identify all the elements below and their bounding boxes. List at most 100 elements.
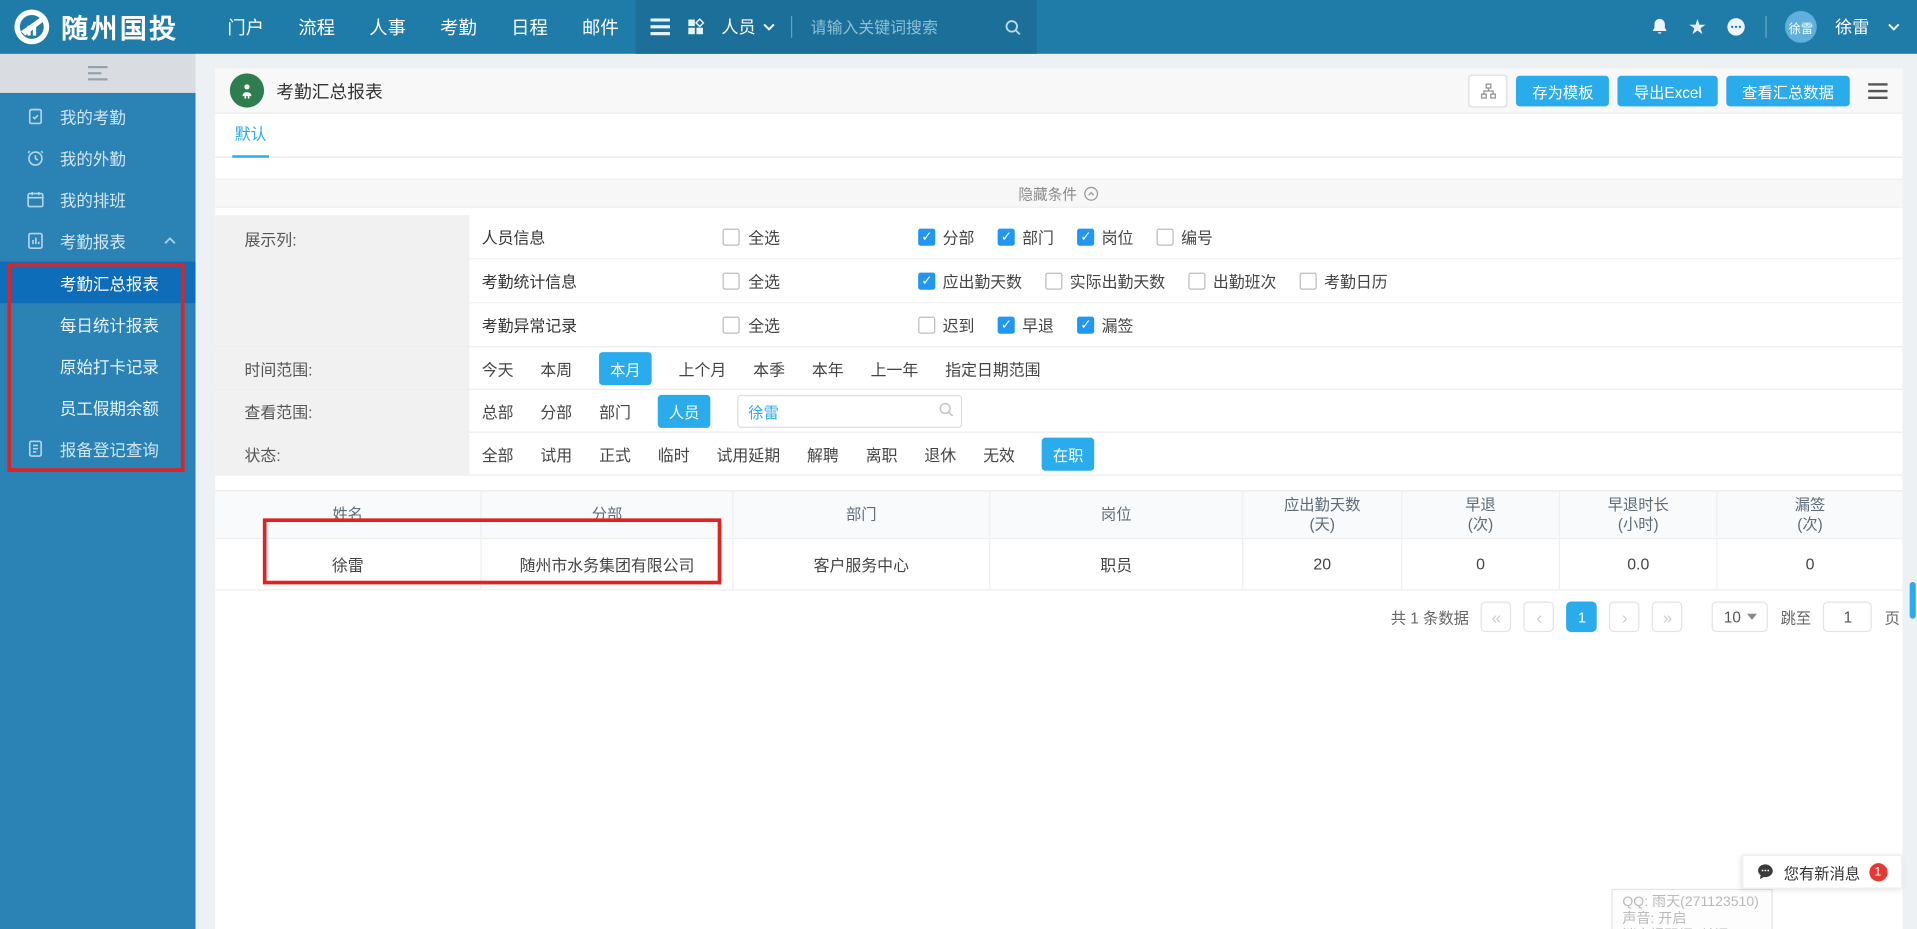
status-option-probation[interactable]: 试用 [540, 442, 572, 465]
sidebar-subitem-summary-report[interactable]: 考勤汇总报表 [0, 261, 196, 304]
sidebar-item-attendance-reports[interactable]: 考勤报表 [0, 220, 196, 262]
menu-item-portal[interactable]: 门户 [227, 14, 264, 40]
status-option-active-selected[interactable]: 在职 [1041, 437, 1095, 471]
scope-option-headquarters[interactable]: 总部 [482, 399, 514, 422]
time-option-this-year[interactable]: 本年 [812, 356, 844, 379]
checkbox[interactable] [918, 228, 936, 246]
checkbox[interactable] [1077, 316, 1095, 334]
checkbox-option-due-days[interactable]: 应出勤天数 [918, 269, 1022, 292]
checkbox[interactable] [997, 316, 1015, 334]
status-option-temporary[interactable]: 临时 [658, 442, 690, 465]
sidebar-subitem-daily-report[interactable]: 每日统计报表 [0, 303, 196, 345]
global-search-input[interactable] [808, 16, 995, 38]
option-label: 漏签 [1101, 316, 1134, 335]
clipboard-check-icon [26, 106, 46, 126]
view-summary-button[interactable]: 查看汇总数据 [1726, 75, 1850, 106]
sidebar-item-my-shifts[interactable]: 我的排班 [0, 178, 196, 220]
select-all-option[interactable]: 全选 [722, 269, 919, 292]
status-option-invalid[interactable]: 无效 [983, 442, 1015, 465]
apps-grid-icon[interactable] [686, 17, 706, 37]
checkbox-option-post[interactable]: 岗位 [1077, 225, 1133, 248]
first-page-button[interactable]: « [1481, 601, 1512, 633]
time-option-last-month[interactable]: 上个月 [679, 356, 727, 379]
user-avatar[interactable]: 徐雷 [1784, 11, 1817, 43]
checkbox-option-actual-days[interactable]: 实际出勤天数 [1045, 269, 1165, 292]
checkbox[interactable] [1077, 228, 1095, 246]
checkbox-option-missed-sign[interactable]: 漏签 [1077, 313, 1133, 336]
checkbox[interactable] [1299, 272, 1317, 290]
checkbox-option-branch[interactable]: 分部 [918, 225, 974, 248]
time-option-this-week[interactable]: 本周 [540, 356, 572, 379]
checkbox-option-late[interactable]: 迟到 [918, 313, 974, 336]
last-page-button[interactable]: » [1652, 601, 1683, 633]
status-option-dismissed[interactable]: 解聘 [807, 442, 839, 465]
flowchart-button[interactable] [1468, 73, 1508, 107]
list-view-icon[interactable] [1868, 82, 1888, 99]
menu-item-attendance[interactable]: 考勤 [440, 14, 477, 40]
checkbox-option-number[interactable]: 编号 [1156, 225, 1213, 248]
menu-list-icon[interactable] [650, 18, 671, 36]
bell-icon[interactable] [1649, 17, 1670, 38]
search-icon[interactable] [1004, 18, 1022, 36]
tab-bar: 默认 [215, 114, 1903, 158]
menu-item-mail[interactable]: 邮件 [582, 14, 619, 40]
page-number-current[interactable]: 1 [1566, 601, 1598, 633]
sidebar-subitem-raw-punch-records[interactable]: 原始打卡记录 [0, 345, 196, 387]
checkbox[interactable] [1188, 272, 1206, 290]
status-option-resigned[interactable]: 离职 [866, 442, 898, 465]
checkbox[interactable] [997, 228, 1015, 246]
checkbox-option-department[interactable]: 部门 [997, 225, 1054, 248]
scope-option-department[interactable]: 部门 [599, 399, 631, 422]
scope-option-person-selected[interactable]: 人员 [657, 394, 711, 428]
user-name[interactable]: 徐雷 [1835, 15, 1869, 39]
person-search-input[interactable] [737, 394, 963, 428]
sidebar-collapse-button[interactable] [0, 53, 196, 93]
sidebar-item-my-attendance[interactable]: 我的考勤 [0, 95, 196, 137]
tab-default[interactable]: 默认 [232, 121, 269, 158]
status-option-all[interactable]: 全部 [482, 442, 514, 465]
menu-item-schedule[interactable]: 日程 [511, 14, 548, 40]
sidebar-item-report-registration-query[interactable]: 报备登记查询 [0, 428, 196, 470]
user-chevron-down-icon[interactable] [1888, 23, 1900, 31]
search-scope-dropdown[interactable]: 人员 [721, 15, 775, 39]
status-option-formal[interactable]: 正式 [599, 442, 631, 465]
app-logo[interactable]: 随州国投 [0, 7, 210, 46]
checkbox[interactable] [918, 316, 936, 334]
search-icon[interactable] [938, 400, 955, 417]
checkbox[interactable] [1045, 272, 1063, 290]
checkbox[interactable] [722, 228, 740, 246]
menu-item-hr[interactable]: 人事 [369, 14, 406, 40]
time-option-custom-range[interactable]: 指定日期范围 [945, 356, 1040, 379]
next-page-button[interactable]: › [1609, 601, 1641, 633]
checkbox-option-early-leave[interactable]: 早退 [997, 313, 1054, 336]
select-all-option[interactable]: 全选 [722, 225, 919, 248]
jump-page-input[interactable] [1823, 601, 1873, 633]
checkbox-option-calendar[interactable]: 考勤日历 [1299, 269, 1388, 292]
page-size-select[interactable]: 10 [1712, 601, 1769, 633]
checkbox-option-shift[interactable]: 出勤班次 [1188, 269, 1276, 292]
menu-item-workflow[interactable]: 流程 [298, 14, 335, 40]
status-option-retired[interactable]: 退休 [924, 442, 956, 465]
scope-option-branch[interactable]: 分部 [540, 399, 572, 422]
save-template-button[interactable]: 存为模板 [1516, 75, 1610, 106]
more-bubble-icon[interactable] [1725, 16, 1747, 38]
sidebar-subitem-leave-balance[interactable]: 员工假期余额 [0, 386, 196, 428]
checkbox[interactable] [722, 316, 740, 334]
checkbox[interactable] [1156, 228, 1174, 246]
collapse-circle-icon [1083, 185, 1099, 201]
time-option-today[interactable]: 今天 [482, 356, 514, 379]
checkbox[interactable] [918, 272, 936, 290]
select-all-option[interactable]: 全选 [722, 313, 919, 336]
favorites-star-icon[interactable]: ★ [1688, 17, 1707, 38]
export-excel-button[interactable]: 导出Excel [1617, 75, 1718, 106]
scrollbar-thumb[interactable] [1909, 581, 1916, 619]
time-option-last-year[interactable]: 上一年 [871, 356, 919, 379]
prev-page-button[interactable]: ‹ [1523, 601, 1555, 633]
hide-conditions-toggle[interactable]: 隐藏条件 [215, 178, 1903, 208]
checkbox[interactable] [722, 272, 740, 290]
sidebar-item-my-field-work[interactable]: 我的外勤 [0, 137, 196, 179]
status-option-probation-extended[interactable]: 试用延期 [717, 442, 781, 465]
new-message-notification[interactable]: 您有新消息 1 [1742, 854, 1903, 889]
time-option-this-month-selected[interactable]: 本月 [599, 351, 652, 385]
time-option-this-quarter[interactable]: 本季 [753, 356, 785, 379]
